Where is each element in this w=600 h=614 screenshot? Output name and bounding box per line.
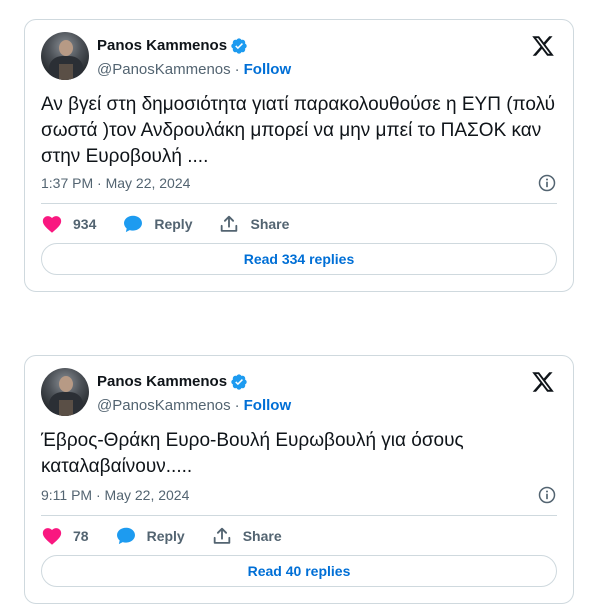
like-count: 78	[73, 528, 89, 544]
follow-button[interactable]: Follow	[244, 397, 292, 414]
tweet-meta: 1:37 PM · May 22, 2024	[41, 172, 557, 194]
tweet-card[interactable]: Panos Kammenos @PanosKammenos · Follow Έβρ…	[24, 355, 574, 604]
tweet-header: Panos Kammenos @PanosKammenos · Follow	[41, 32, 557, 80]
like-button[interactable]: 934	[41, 213, 96, 235]
share-button[interactable]: Share	[211, 525, 282, 547]
heart-icon	[42, 528, 62, 545]
share-upload-icon	[213, 527, 230, 544]
x-logo-icon[interactable]	[531, 34, 555, 58]
tweet-card[interactable]: Panos Kammenos @PanosKammenos · Follow Αν …	[24, 19, 574, 292]
share-upload-icon	[221, 215, 238, 232]
read-replies-button[interactable]: Read 334 replies	[41, 243, 557, 275]
verified-badge-icon	[231, 374, 247, 390]
reply-bubble-icon	[116, 527, 135, 545]
author-block: Panos Kammenos @PanosKammenos · Follow	[97, 36, 292, 78]
divider	[41, 203, 557, 204]
tweet-timestamp[interactable]: 1:37 PM · May 22, 2024	[41, 175, 190, 191]
author-handle[interactable]: @PanosKammenos	[97, 397, 231, 414]
tweet-text: Έβρος-Θράκη Ευρο-Βουλή Ευρωβουλή για όσο…	[41, 430, 464, 477]
share-label: Share	[250, 216, 290, 232]
x-logo-icon[interactable]	[531, 370, 555, 394]
heart-icon	[42, 216, 62, 233]
tweet-meta: 9:11 PM · May 22, 2024	[41, 484, 557, 506]
read-replies-button[interactable]: Read 40 replies	[41, 555, 557, 587]
author-handle[interactable]: @PanosKammenos	[97, 61, 231, 78]
verified-badge-icon	[231, 38, 247, 54]
like-button[interactable]: 78	[41, 525, 89, 547]
tweet-timestamp[interactable]: 9:11 PM · May 22, 2024	[41, 487, 189, 503]
author-name[interactable]: Panos Kammenos	[97, 372, 227, 392]
reply-label: Reply	[154, 216, 193, 232]
divider	[41, 515, 557, 516]
tweet-text: Αν βγεί στη δημοσιότητα γιατί παρακολουθ…	[41, 94, 556, 167]
author-block: Panos Kammenos @PanosKammenos · Follow	[97, 372, 292, 414]
reply-bubble-icon	[124, 215, 143, 233]
author-name[interactable]: Panos Kammenos	[97, 36, 227, 56]
avatar[interactable]	[41, 368, 89, 416]
share-button[interactable]: Share	[218, 213, 289, 235]
share-label: Share	[242, 528, 282, 544]
action-bar: 934 Reply Share	[41, 212, 557, 236]
info-icon[interactable]	[537, 485, 557, 505]
like-count: 934	[73, 216, 97, 232]
action-bar: 78 Reply Share	[41, 524, 557, 548]
avatar[interactable]	[41, 32, 89, 80]
reply-button[interactable]: Reply	[115, 525, 185, 547]
reply-label: Reply	[146, 528, 185, 544]
info-icon[interactable]	[537, 173, 557, 193]
reply-button[interactable]: Reply	[122, 213, 192, 235]
tweet-header: Panos Kammenos @PanosKammenos · Follow	[41, 368, 557, 416]
follow-button[interactable]: Follow	[244, 61, 292, 78]
